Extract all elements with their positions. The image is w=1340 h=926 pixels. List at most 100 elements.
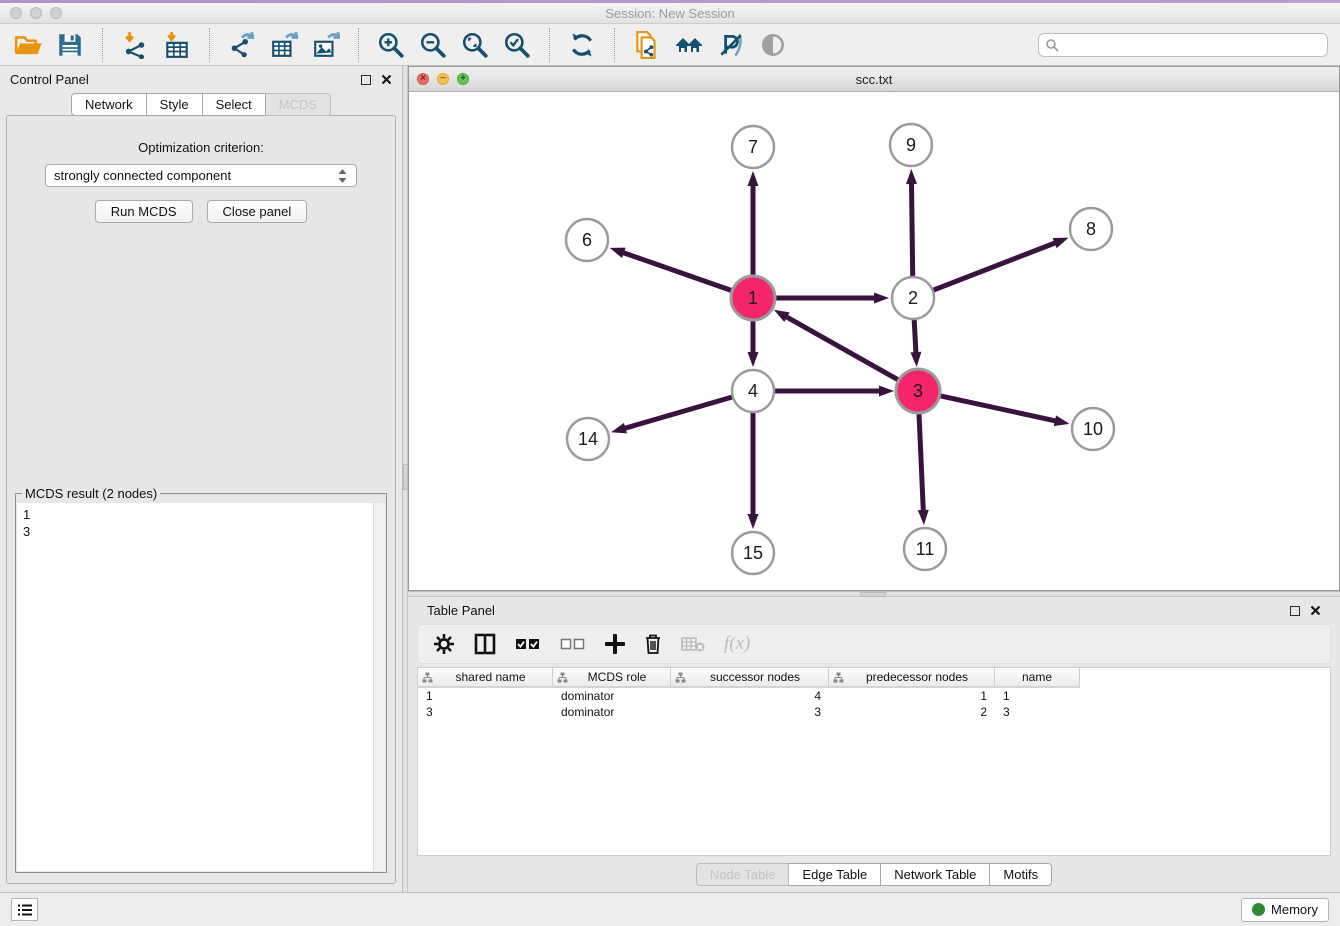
open-session-icon[interactable] [12,29,44,61]
zoom-out-icon[interactable] [417,29,449,61]
arrowhead-icon [610,248,626,258]
column-header-MCDS-role[interactable]: MCDS role [553,668,671,686]
arrowhead-icon [906,169,917,184]
table-cell[interactable]: 3 [995,705,1080,719]
table-row[interactable]: 3dominator323 [418,704,1330,720]
arrowhead-icon [748,171,759,186]
memory-button[interactable]: Memory [1241,898,1329,922]
edge-2-to-8[interactable] [934,242,1057,290]
table-cell[interactable]: 1 [829,689,995,703]
table-toolbar: f(x) [417,624,1331,664]
column-header-shared-name[interactable]: shared name [418,668,553,686]
main-toolbar [0,24,1340,66]
refresh-view-icon[interactable] [566,29,598,61]
network-canvas[interactable]: 7968124314101511 [409,92,1339,590]
edge-2-to-9[interactable] [911,182,912,276]
node-label-11: 11 [916,539,935,559]
zoom-in-icon[interactable] [375,29,407,61]
function-builder-icon: f(x) [724,633,750,655]
edge-1-to-6[interactable] [622,252,732,291]
edge-2-to-3[interactable] [914,320,916,354]
network-view-window: scc.txt 7968124314101511 [408,66,1340,591]
tab-network-table[interactable]: Network Table [881,863,990,886]
delete-row-icon[interactable] [644,633,662,655]
zoom-fit-icon[interactable] [459,29,491,61]
mcds-result-text[interactable]: 1 3 [17,503,373,871]
float-table-panel-icon[interactable] [1290,606,1300,616]
control-panel: Control Panel NetworkStyleSelectMCDS Opt… [0,66,402,892]
main-titlebar: Session: New Session [0,3,1340,24]
vertical-splitter[interactable] [402,66,408,892]
toolbar-separator [358,28,359,62]
table-cell[interactable]: 3 [418,705,553,719]
table-row[interactable]: 1dominator411 [418,688,1330,704]
tab-node-table[interactable]: Node Table [696,863,790,886]
edge-3-to-10[interactable] [939,396,1056,421]
close-panel-icon[interactable] [381,74,392,85]
clone-network-icon[interactable] [631,29,663,61]
settings-gear-icon[interactable] [433,633,455,655]
table-header-row: shared name MCDS rolesuccessor nodesprede… [418,668,1080,688]
column-header-predecessor-nodes[interactable]: predecessor nodes [829,668,995,686]
mcds-result-group: MCDS result (2 nodes) 1 3 [15,493,387,873]
float-panel-icon[interactable] [361,75,371,85]
table-cell[interactable]: 1 [995,689,1080,703]
column-label: shared name [433,670,548,684]
export-image-icon[interactable] [310,29,342,61]
tab-mcds[interactable]: MCDS [266,93,331,116]
tab-style[interactable]: Style [147,93,203,116]
network-window-titlebar[interactable]: scc.txt [409,67,1339,92]
table-cell[interactable]: 2 [829,705,995,719]
column-label: name [999,670,1075,684]
horizontal-splitter[interactable] [408,591,1340,597]
search-input[interactable] [1063,37,1321,52]
arrowhead-icon [874,293,889,304]
edge-3-to-1[interactable] [785,316,899,380]
run-mcds-button[interactable]: Run MCDS [95,200,193,223]
task-history-button[interactable] [11,898,38,921]
close-table-panel-icon[interactable] [1310,605,1321,616]
export-network-icon[interactable] [226,29,258,61]
criterion-dropdown[interactable]: strongly connected component [45,164,357,187]
splitter-handle[interactable] [403,464,408,490]
table-cell[interactable]: dominator [553,705,671,719]
hide-graphics-details-icon[interactable] [715,29,747,61]
table-cell[interactable]: 3 [671,705,829,719]
node-table[interactable]: shared name MCDS rolesuccessor nodesprede… [417,667,1331,856]
column-type-icon [833,672,844,683]
tab-motifs[interactable]: Motifs [990,863,1052,886]
optimization-criterion-label: Optimization criterion: [138,140,264,155]
node-label-6: 6 [582,230,592,250]
node-label-14: 14 [578,429,598,449]
column-type-icon [675,672,686,683]
splitter-handle[interactable] [860,592,886,597]
column-header-name[interactable]: name [995,668,1080,686]
edge-4-to-14[interactable] [624,397,732,429]
mcds-result-title: MCDS result (2 nodes) [22,486,160,501]
eye-disabled-icon[interactable] [757,29,789,61]
select-all-checks-icon[interactable] [515,637,541,651]
import-network-icon[interactable] [119,29,151,61]
column-header-successor-nodes[interactable]: successor nodes [671,668,829,686]
deselect-all-checks-icon[interactable] [560,637,586,651]
table-cell[interactable]: dominator [553,689,671,703]
node-label-1: 1 [748,288,758,308]
add-row-icon[interactable] [605,634,625,654]
edge-3-to-11[interactable] [919,413,923,512]
table-cell[interactable]: 1 [418,689,553,703]
tab-edge-table[interactable]: Edge Table [789,863,881,886]
table-cell[interactable]: 4 [671,689,829,703]
tab-select[interactable]: Select [203,93,266,116]
close-panel-button[interactable]: Close panel [207,200,308,223]
show-columns-icon[interactable] [474,633,496,655]
zoom-selected-icon[interactable] [501,29,533,61]
result-scrollbar[interactable] [373,503,385,871]
application-window: Session: New Session [0,0,1340,926]
criterion-value: strongly connected component [54,168,231,183]
home-networks-icon[interactable] [673,29,705,61]
tab-network[interactable]: Network [71,93,147,116]
export-table-icon[interactable] [268,29,300,61]
import-table-icon[interactable] [161,29,193,61]
search-field[interactable] [1038,33,1328,57]
save-session-icon[interactable] [54,29,86,61]
